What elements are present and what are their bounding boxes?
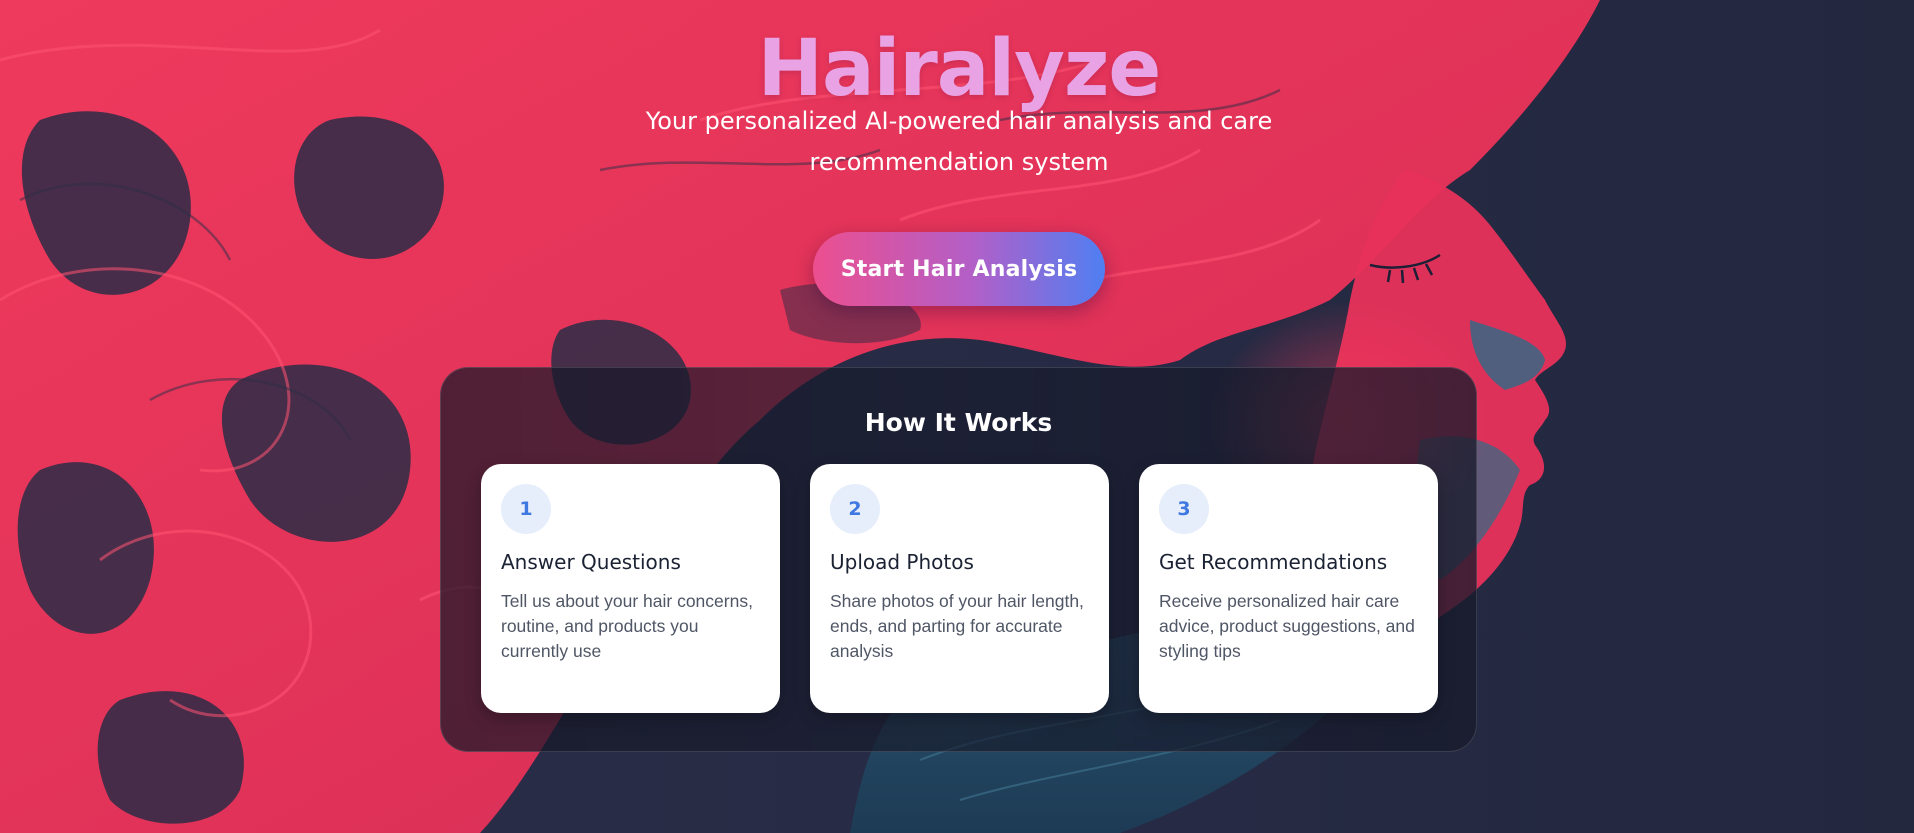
step-card-answer-questions: 1 Answer Questions Tell us about your ha… — [481, 464, 780, 713]
step-title: Answer Questions — [501, 550, 681, 574]
how-it-works-panel: How It Works 1 Answer Questions Tell us … — [440, 367, 1477, 752]
step-number-badge: 2 — [830, 484, 880, 534]
how-it-works-title: How It Works — [864, 408, 1053, 437]
start-hair-analysis-button[interactable]: Start Hair Analysis — [813, 232, 1105, 306]
app-subtitle: Your personalized AI-powered hair analys… — [645, 107, 1273, 176]
step-number-badge: 3 — [1159, 484, 1209, 534]
step-description: Tell us about your hair concerns, routin… — [501, 591, 753, 661]
step-description: Receive personalized hair care advice, p… — [1159, 591, 1415, 661]
step-title: Upload Photos — [830, 550, 974, 574]
step-description: Share photos of your hair length, ends, … — [830, 591, 1084, 661]
step-number-badge: 1 — [501, 484, 551, 534]
step-title: Get Recommendations — [1159, 550, 1388, 574]
step-card-upload-photos: 2 Upload Photos Share photos of your hai… — [810, 464, 1109, 713]
step-card-get-recommendations: 3 Get Recommendations Receive personaliz… — [1139, 464, 1438, 713]
